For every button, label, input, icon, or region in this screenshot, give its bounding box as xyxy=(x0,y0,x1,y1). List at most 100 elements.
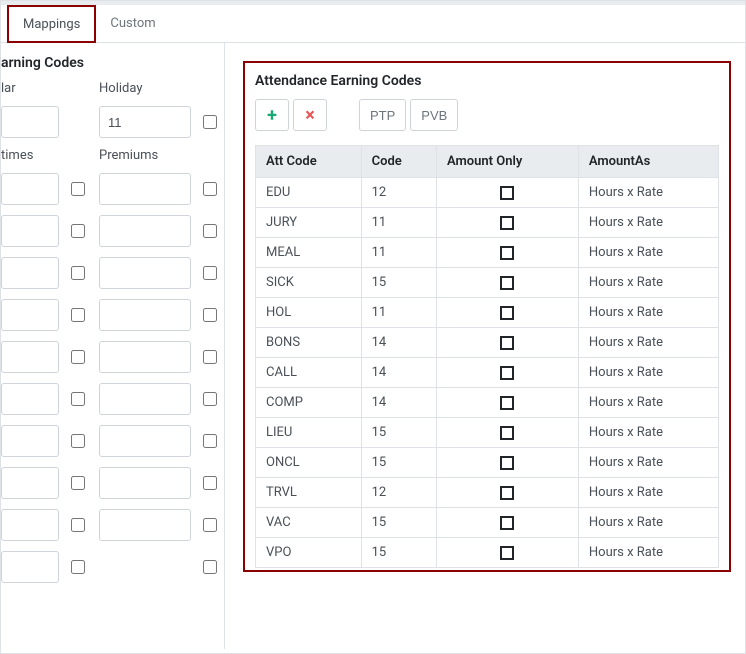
premiums-input-0[interactable] xyxy=(99,173,191,205)
times-check-8[interactable] xyxy=(71,518,85,532)
times-input-8[interactable] xyxy=(1,509,59,541)
cell-amount-only[interactable] xyxy=(436,478,578,508)
table-row[interactable]: HOL11Hours x Rate xyxy=(256,298,719,328)
cell-amount-only[interactable] xyxy=(436,268,578,298)
cell-amount-only[interactable] xyxy=(436,388,578,418)
cell-att-code: BONS xyxy=(256,328,362,358)
times-input-0[interactable] xyxy=(1,173,59,205)
times-check-0[interactable] xyxy=(71,182,85,196)
checkbox-icon[interactable] xyxy=(500,276,514,290)
premiums-input-2[interactable] xyxy=(99,257,191,289)
checkbox-icon[interactable] xyxy=(500,456,514,470)
table-row[interactable]: TRVL12Hours x Rate xyxy=(256,478,719,508)
times-check-5[interactable] xyxy=(71,392,85,406)
times-check-1[interactable] xyxy=(71,224,85,238)
table-row[interactable]: VPO15Hours x Rate xyxy=(256,538,719,568)
premiums-input-3[interactable] xyxy=(99,299,191,331)
panel-title: arning Codes xyxy=(1,55,210,71)
cell-amount-as: Hours x Rate xyxy=(578,388,718,418)
times-input-3[interactable] xyxy=(1,299,59,331)
cell-att-code: JURY xyxy=(256,208,362,238)
cell-amount-only[interactable] xyxy=(436,538,578,568)
holiday-input[interactable] xyxy=(99,106,191,138)
tab-custom[interactable]: Custom xyxy=(96,5,169,42)
times-check-9[interactable] xyxy=(71,560,85,574)
checkbox-icon[interactable] xyxy=(500,336,514,350)
delete-button[interactable]: × xyxy=(293,99,327,131)
table-row[interactable]: LIEU15Hours x Rate xyxy=(256,418,719,448)
add-button[interactable]: + xyxy=(255,99,289,131)
premiums-input-1[interactable] xyxy=(99,215,191,247)
cell-amount-only[interactable] xyxy=(436,358,578,388)
checkbox-icon[interactable] xyxy=(500,546,514,560)
times-check-6[interactable] xyxy=(71,434,85,448)
ptp-button[interactable]: PTP xyxy=(359,99,406,131)
times-input-5[interactable] xyxy=(1,383,59,415)
col-amount-as[interactable]: AmountAs xyxy=(578,146,718,178)
checkbox-icon[interactable] xyxy=(500,486,514,500)
checkbox-icon[interactable] xyxy=(500,516,514,530)
cell-amount-as: Hours x Rate xyxy=(578,478,718,508)
premiums-input-5[interactable] xyxy=(99,383,191,415)
premiums-check-2[interactable] xyxy=(203,266,217,280)
col-att-code[interactable]: Att Code xyxy=(256,146,362,178)
premiums-check-3[interactable] xyxy=(203,308,217,322)
holiday-check[interactable] xyxy=(203,115,217,129)
premiums-check-0[interactable] xyxy=(203,182,217,196)
cell-amount-only[interactable] xyxy=(436,328,578,358)
times-check-2[interactable] xyxy=(71,266,85,280)
cell-amount-only[interactable] xyxy=(436,178,578,208)
checkbox-icon[interactable] xyxy=(500,426,514,440)
table-row[interactable]: JURY11Hours x Rate xyxy=(256,208,719,238)
table-row[interactable]: SICK15Hours x Rate xyxy=(256,268,719,298)
premiums-input-8[interactable] xyxy=(99,509,191,541)
cell-amount-only[interactable] xyxy=(436,298,578,328)
premiums-check-4[interactable] xyxy=(203,350,217,364)
table-row[interactable]: CALL14Hours x Rate xyxy=(256,358,719,388)
premiums-input-6[interactable] xyxy=(99,425,191,457)
premiums-check-9[interactable] xyxy=(203,560,217,574)
label-times: times xyxy=(1,148,59,163)
premiums-input-4[interactable] xyxy=(99,341,191,373)
times-input-6[interactable] xyxy=(1,425,59,457)
checkbox-icon[interactable] xyxy=(500,306,514,320)
times-check-7[interactable] xyxy=(71,476,85,490)
table-row[interactable]: MEAL11Hours x Rate xyxy=(256,238,719,268)
cell-amount-as: Hours x Rate xyxy=(578,358,718,388)
times-input-2[interactable] xyxy=(1,257,59,289)
cell-amount-only[interactable] xyxy=(436,208,578,238)
cell-amount-only[interactable] xyxy=(436,448,578,478)
cell-att-code: LIEU xyxy=(256,418,362,448)
pvb-button[interactable]: PVB xyxy=(410,99,458,131)
times-input-9[interactable] xyxy=(1,551,59,583)
times-check-3[interactable] xyxy=(71,308,85,322)
table-row[interactable]: COMP14Hours x Rate xyxy=(256,388,719,418)
table-row[interactable]: EDU12Hours x Rate xyxy=(256,178,719,208)
checkbox-icon[interactable] xyxy=(500,216,514,230)
regular-input[interactable] xyxy=(1,106,59,138)
table-row[interactable]: ONCL15Hours x Rate xyxy=(256,448,719,478)
table-row[interactable]: VAC15Hours x Rate xyxy=(256,508,719,538)
cell-amount-only[interactable] xyxy=(436,418,578,448)
checkbox-icon[interactable] xyxy=(500,366,514,380)
col-amount-only[interactable]: Amount Only xyxy=(436,146,578,178)
col-code[interactable]: Code xyxy=(361,146,436,178)
times-input-4[interactable] xyxy=(1,341,59,373)
table-row[interactable]: BONS14Hours x Rate xyxy=(256,328,719,358)
premiums-check-1[interactable] xyxy=(203,224,217,238)
times-input-1[interactable] xyxy=(1,215,59,247)
checkbox-icon[interactable] xyxy=(500,246,514,260)
checkbox-icon[interactable] xyxy=(500,186,514,200)
premiums-check-5[interactable] xyxy=(203,392,217,406)
premiums-check-7[interactable] xyxy=(203,476,217,490)
premiums-check-8[interactable] xyxy=(203,518,217,532)
premiums-check-6[interactable] xyxy=(203,434,217,448)
times-input-7[interactable] xyxy=(1,467,59,499)
times-check-4[interactable] xyxy=(71,350,85,364)
premiums-input-7[interactable] xyxy=(99,467,191,499)
cell-att-code: COMP xyxy=(256,388,362,418)
tab-mappings[interactable]: Mappings xyxy=(7,5,96,43)
cell-amount-only[interactable] xyxy=(436,508,578,538)
checkbox-icon[interactable] xyxy=(500,396,514,410)
cell-amount-only[interactable] xyxy=(436,238,578,268)
